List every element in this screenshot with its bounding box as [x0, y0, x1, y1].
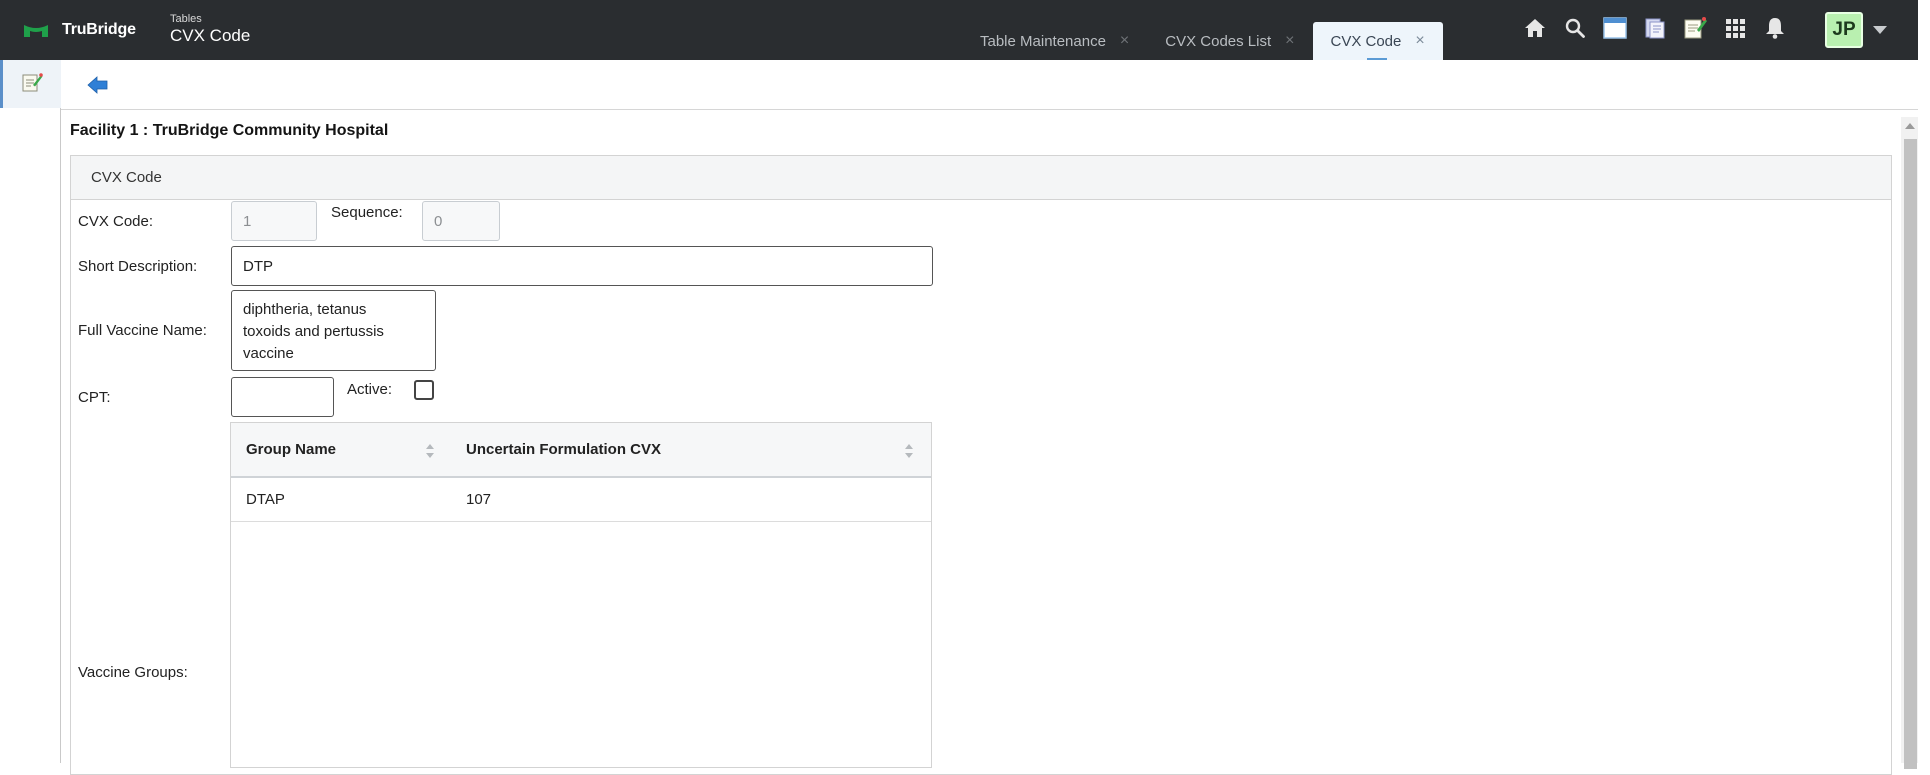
app-grid-icon[interactable] — [1722, 14, 1748, 42]
column-header-uncertain-formulation-cvx[interactable]: Uncertain Formulation CVX — [466, 423, 661, 476]
close-icon[interactable]: × — [1120, 32, 1129, 50]
cell-uncertain-formulation-cvx: 107 — [466, 491, 492, 508]
tab-label: CVX Codes List — [1165, 32, 1272, 50]
panel-header: CVX Code — [71, 156, 1891, 200]
sort-icon[interactable] — [425, 443, 435, 459]
tab-label: CVX Code — [1330, 32, 1402, 50]
close-icon[interactable]: × — [1415, 32, 1424, 50]
panel-title: CVX Code — [91, 169, 162, 186]
window-icon[interactable] — [1602, 14, 1628, 42]
back-arrow-icon[interactable] — [87, 75, 109, 95]
grid-header: Group Name Uncertain Formulation CVX — [231, 423, 931, 478]
vaccine-groups-grid: Group Name Uncertain Formulation CVX DTA… — [230, 422, 932, 768]
rail-item-edit[interactable] — [0, 60, 61, 108]
notes-icon[interactable] — [1682, 14, 1708, 42]
toolbar — [61, 60, 1918, 110]
brand-name: TruBridge — [62, 21, 136, 38]
cpt-input[interactable] — [231, 377, 334, 417]
bell-icon[interactable] — [1762, 14, 1788, 42]
active-checkbox[interactable] — [414, 380, 434, 400]
page-section: Tables — [170, 13, 202, 25]
tab-label: Table Maintenance — [980, 32, 1106, 50]
sequence-field[interactable] — [422, 201, 500, 241]
left-rail — [0, 60, 61, 763]
sort-icon[interactable] — [904, 443, 914, 459]
column-header-group-name[interactable]: Group Name — [246, 423, 336, 476]
cpt-label: CPT: — [78, 389, 111, 406]
cvx-code-label: CVX Code: — [78, 213, 154, 230]
top-bar: TruBridge Tables CVX Code Table Maintena… — [0, 0, 1918, 60]
active-label: Active: — [347, 381, 393, 398]
vaccine-groups-label: Vaccine Groups: — [78, 664, 188, 681]
page-title: CVX Code — [170, 26, 251, 45]
cell-group-name: DTAP — [246, 491, 285, 508]
facility-title: Facility 1 : TruBridge Community Hospita… — [70, 122, 389, 139]
page-heading: Tables CVX Code — [170, 13, 250, 46]
tab-table-maintenance[interactable]: Table Maintenance × — [962, 22, 1147, 60]
short-description-input[interactable] — [231, 246, 933, 286]
chevron-down-icon[interactable] — [1873, 26, 1887, 34]
tab-bar: Table Maintenance × CVX Codes List × CVX… — [962, 22, 1443, 60]
home-icon[interactable] — [1522, 14, 1548, 42]
sequence-label: Sequence: — [331, 204, 403, 221]
full-vaccine-name-textarea[interactable]: diphtheria, tetanus toxoids and pertussi… — [231, 290, 436, 371]
avatar[interactable]: JP — [1825, 12, 1863, 48]
brand-logo[interactable]: TruBridge — [24, 21, 136, 39]
window-edge — [1918, 0, 1930, 763]
edit-note-icon — [21, 71, 43, 98]
documents-icon[interactable] — [1642, 14, 1668, 42]
scroll-up-icon[interactable] — [1905, 123, 1915, 129]
trubridge-logo-icon — [24, 23, 48, 37]
full-vaccine-name-label: Full Vaccine Name: — [78, 322, 207, 339]
search-icon[interactable] — [1562, 14, 1588, 42]
table-row[interactable]: DTAP 107 — [231, 478, 931, 522]
close-icon[interactable]: × — [1285, 32, 1294, 50]
header-actions — [1522, 14, 1802, 42]
tab-cvx-codes-list[interactable]: CVX Codes List × — [1147, 22, 1312, 60]
vertical-scrollbar[interactable] — [1901, 117, 1918, 769]
scrollbar-thumb[interactable] — [1904, 139, 1917, 769]
tab-cvx-code[interactable]: CVX Code × — [1312, 22, 1443, 60]
short-description-label: Short Description: — [78, 258, 198, 275]
cvx-code-field[interactable] — [231, 201, 317, 241]
